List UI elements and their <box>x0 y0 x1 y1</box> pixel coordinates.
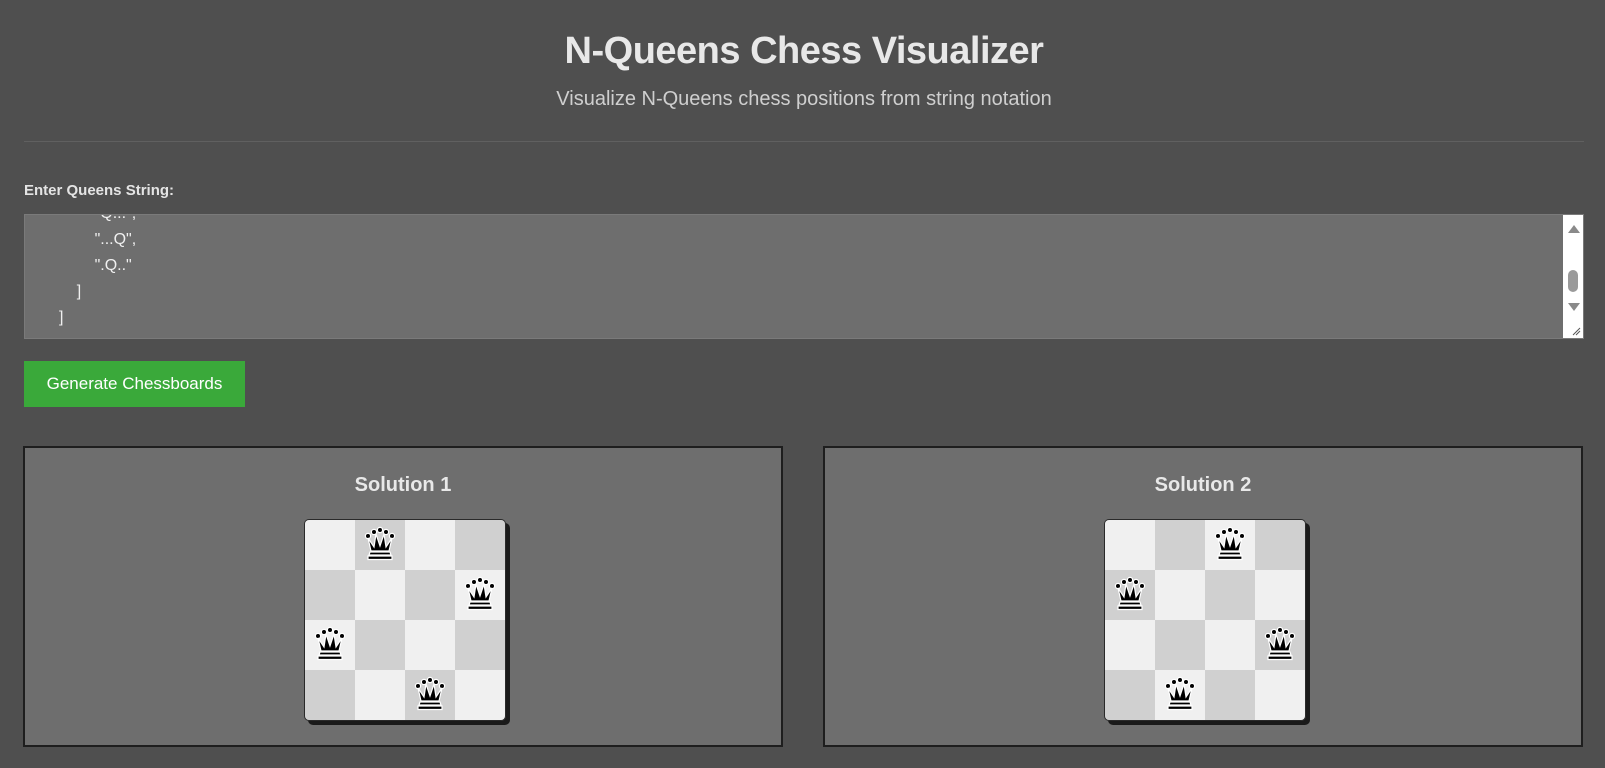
page-header: N-Queens Chess Visualizer Visualize N-Qu… <box>24 0 1584 142</box>
chess-square <box>355 620 405 670</box>
solution-title: Solution 2 <box>1154 474 1252 496</box>
chess-square <box>355 570 405 620</box>
queen-icon <box>1264 626 1296 661</box>
chess-square <box>405 620 455 670</box>
chess-square <box>1155 520 1205 570</box>
chess-square <box>1105 620 1155 670</box>
chess-square <box>355 520 405 570</box>
queens-string-label: Enter Queens String: <box>24 182 175 199</box>
queen-icon <box>414 676 446 711</box>
queens-string-textarea[interactable]: "Q...", "...Q", ".Q.." ] ] <box>24 214 1584 339</box>
scroll-thumb[interactable] <box>1568 270 1578 292</box>
page-title: N-Queens Chess Visualizer <box>564 30 1044 72</box>
chess-square <box>455 570 505 620</box>
chess-square <box>455 520 505 570</box>
chess-square <box>1105 570 1155 620</box>
chess-square <box>1255 520 1305 570</box>
queen-icon <box>314 626 346 661</box>
textarea-scrollbar[interactable] <box>1563 215 1583 338</box>
chess-square <box>305 520 355 570</box>
chess-square <box>305 620 355 670</box>
solution-panel-2: Solution 2 <box>823 446 1583 747</box>
chess-square <box>1255 620 1305 670</box>
queen-icon <box>464 576 496 611</box>
solution-panel-1: Solution 1 <box>23 446 783 747</box>
scroll-down-arrow-icon[interactable] <box>1568 303 1580 311</box>
chess-square <box>1205 520 1255 570</box>
chess-square <box>1205 670 1255 720</box>
queens-string-content[interactable]: "Q...", "...Q", ".Q.." ] ] <box>25 215 136 331</box>
chess-square <box>1255 570 1305 620</box>
solution-title: Solution 1 <box>354 474 452 496</box>
chess-square <box>355 670 405 720</box>
chess-square <box>1155 620 1205 670</box>
queen-icon <box>1164 676 1196 711</box>
generate-chessboards-button[interactable]: Generate Chessboards <box>24 361 245 407</box>
chess-square <box>1155 570 1205 620</box>
chess-square <box>1105 520 1155 570</box>
chess-square <box>305 570 355 620</box>
scroll-up-arrow-icon[interactable] <box>1568 225 1580 233</box>
resize-grip-icon[interactable] <box>1571 326 1581 336</box>
chess-square <box>455 670 505 720</box>
queen-icon <box>1214 526 1246 561</box>
chess-square <box>1205 620 1255 670</box>
chess-square <box>405 520 455 570</box>
chess-square <box>1155 670 1205 720</box>
page-subtitle: Visualize N-Queens chess positions from … <box>556 88 1052 110</box>
queen-icon <box>1114 576 1146 611</box>
chess-square <box>405 570 455 620</box>
chess-square <box>405 670 455 720</box>
chess-square <box>1255 670 1305 720</box>
chess-square <box>455 620 505 670</box>
chess-square <box>305 670 355 720</box>
chessboard <box>1104 519 1306 721</box>
chessboard <box>304 519 506 721</box>
chess-square <box>1105 670 1155 720</box>
queen-icon <box>364 526 396 561</box>
chess-square <box>1205 570 1255 620</box>
